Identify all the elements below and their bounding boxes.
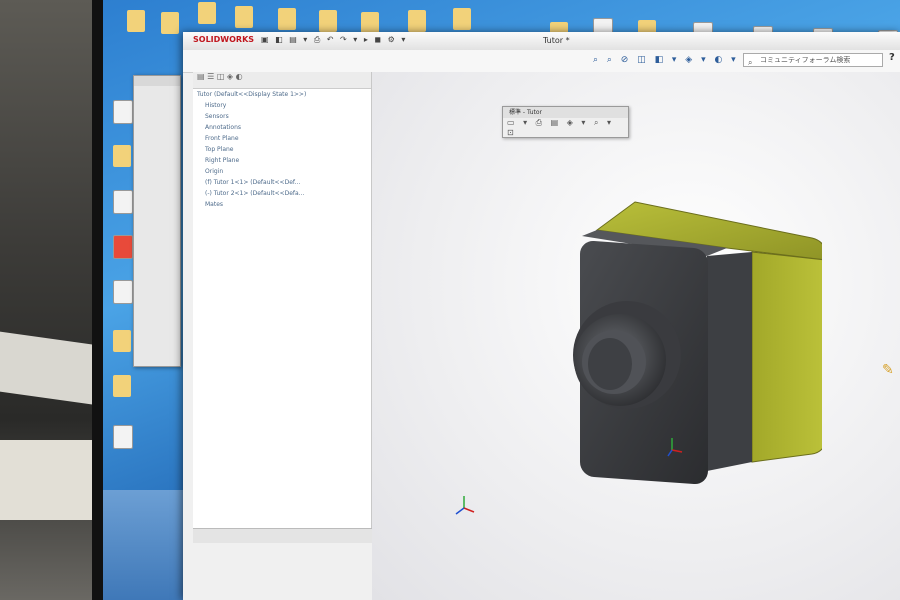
tree-item-right-plane[interactable]: Right Plane [193,155,371,166]
tree-item-origin[interactable]: Origin [193,166,371,177]
tree-item-history[interactable]: History [193,100,371,111]
floating-toolbar-buttons[interactable]: ▭ ▾ ⎙ ▤ ◈ ▾ ⌕ ▾ ⊡ [503,118,628,137]
folder-icon[interactable] [161,12,179,34]
folder-icon[interactable] [113,375,131,397]
document-title: Tutor * [543,36,570,45]
background-paper [0,440,95,520]
feature-manager-tabs[interactable]: ▤ ☰ ◫ ◈ ◐ [193,72,371,89]
folder-icon[interactable] [198,2,216,24]
model-right-face-dark [702,252,752,472]
task-palette-title [134,76,180,86]
feature-manager-tree: ▤ ☰ ◫ ◈ ◐ Tutor (Default<<Display State … [193,72,372,528]
folder-icon[interactable] [453,8,471,30]
command-bar: ⌕ ⌕ ⊘ ◫ ◧ ▾ ◈ ▾ ◐ ▾ ▭ ▾ ⌕ コミュニティフォーラム検索 … [183,50,900,73]
3d-model[interactable] [522,190,827,490]
pdf-icon[interactable] [113,235,133,259]
folder-icon[interactable] [319,10,337,32]
help-button[interactable]: ? [889,52,895,63]
model-right-face-yellow [751,251,827,463]
graphics-area[interactable]: 標準 - Tutor ▭ ▾ ⎙ ▤ ◈ ▾ ⌕ ▾ ⊡ ✎ [372,72,900,600]
tree-item-top-plane[interactable]: Top Plane [193,144,371,155]
tree-item-sensors[interactable]: Sensors [193,111,371,122]
search-input[interactable]: ⌕ コミュニティフォーラム検索 [743,53,883,67]
floating-toolbar-title: 標準 - Tutor [503,107,628,118]
status-bar [193,528,389,543]
folder-icon[interactable] [113,145,131,167]
assembly-model-render [573,201,827,485]
folder-icon[interactable] [127,10,145,32]
tree-item-root[interactable]: Tutor (Default<<Display State 1>>) [193,89,371,100]
task-palette[interactable] [133,75,181,367]
app-icon[interactable] [113,425,133,449]
tree-item-mates[interactable]: Mates [193,199,371,210]
tree-item-front-plane[interactable]: Front Plane [193,133,371,144]
solidworks-logo[interactable]: SOLIDWORKS [193,35,254,44]
app-icon[interactable] [113,190,133,214]
solidworks-window: SOLIDWORKS ▣ ◧ ▤ ▾ ⎙ ↶ ↷ ▾ ▸ ◼ ⚙ ▾ Tutor… [183,32,900,600]
search-placeholder: コミュニティフォーラム検索 [760,56,851,64]
tree-item-component-1[interactable]: (f) Tutor 1<1> (Default<<Def... [193,177,371,188]
folder-icon[interactable] [235,6,253,28]
folder-icon[interactable] [278,8,296,30]
folder-icon[interactable] [408,10,426,32]
tree-item-component-2[interactable]: (-) Tutor 2<1> (Default<<Defa... [193,188,371,199]
folder-icon[interactable] [113,330,131,352]
search-icon: ⌕ [748,58,753,67]
monitor-screen: ▮▮ ▮▮ ▮▮ ▮ ▮ ▮ ▮ ▮ SOLIDWORKS ▣ ◧ ▤ ▾ ⎙ … [103,0,900,600]
model-lens-core [588,338,632,390]
app-icon[interactable] [113,100,133,124]
cursor-icon: ✎ [882,362,894,378]
app-icon[interactable] [113,280,133,304]
triad-icon [455,496,475,515]
title-bar: SOLIDWORKS ▣ ◧ ▤ ▾ ⎙ ↶ ↷ ▾ ▸ ◼ ⚙ ▾ Tutor… [183,32,900,51]
quick-access-toolbar[interactable]: ▣ ◧ ▤ ▾ ⎙ ↶ ↷ ▾ ▸ ◼ ⚙ ▾ [261,35,407,45]
tree-item-annotations[interactable]: Annotations [193,122,371,133]
floating-toolbar[interactable]: 標準 - Tutor ▭ ▾ ⎙ ▤ ◈ ▾ ⌕ ▾ ⊡ [502,106,629,138]
folder-icon[interactable] [361,12,379,34]
